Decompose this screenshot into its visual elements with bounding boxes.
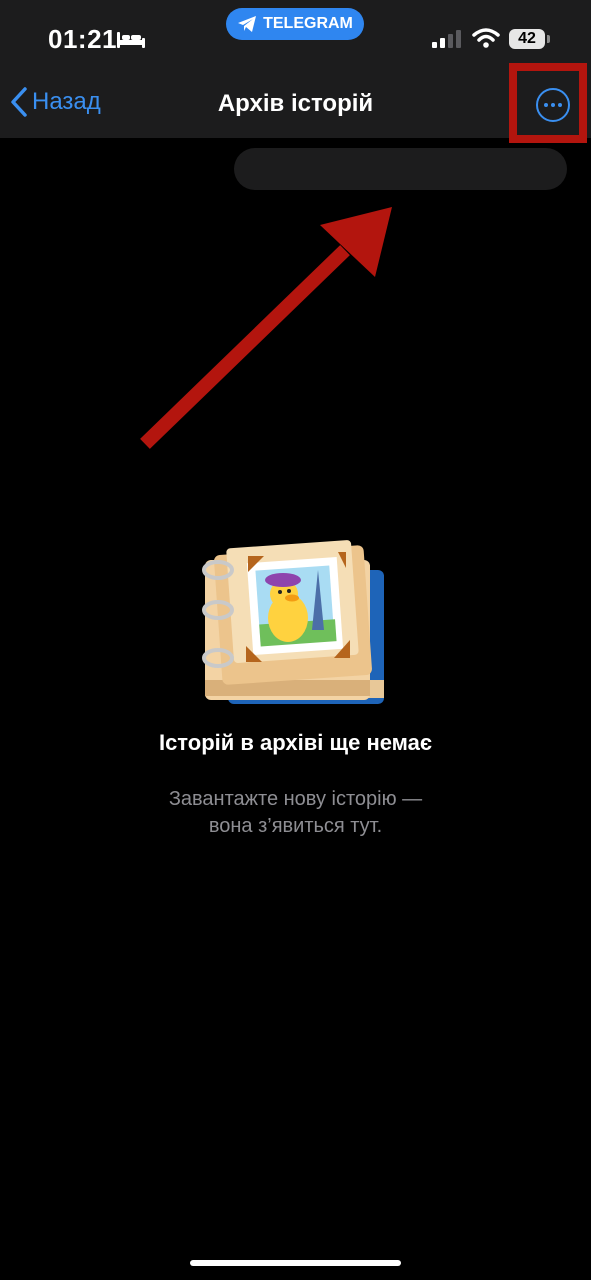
annotation-arrow [140,207,392,449]
empty-state-subtitle-line-1: Завантажте нову історію — [168,788,423,810]
annotation-highlight-box [509,63,587,143]
telegram-pill-label: TELEGRAM [263,15,353,32]
status-time: 01:21 [48,24,117,54]
navigation-bar: Назад Архів історій [0,70,591,138]
battery-tip [547,35,550,43]
empty-state-subtitle: Завантажте нову історію — вона з’явиться… [0,786,591,840]
wifi-icon [472,28,500,48]
signal-icon [432,30,461,48]
empty-state-title: Історій в архіві ще немає [158,730,433,755]
status-bar: 01:21 TELEGRAM 42 [0,0,591,70]
search-placeholder-bar[interactable] [234,148,567,190]
bed-icon [117,32,145,48]
archive-album-sticker [202,540,384,704]
home-indicator[interactable] [190,1260,401,1266]
page-title: Архів історій [217,90,374,117]
telegram-pill[interactable]: TELEGRAM [226,8,364,40]
telegram-icon [238,16,257,32]
empty-state-subtitle-line-2: вона з’явиться тут. [208,815,383,837]
battery-indicator: 42 [509,29,545,49]
